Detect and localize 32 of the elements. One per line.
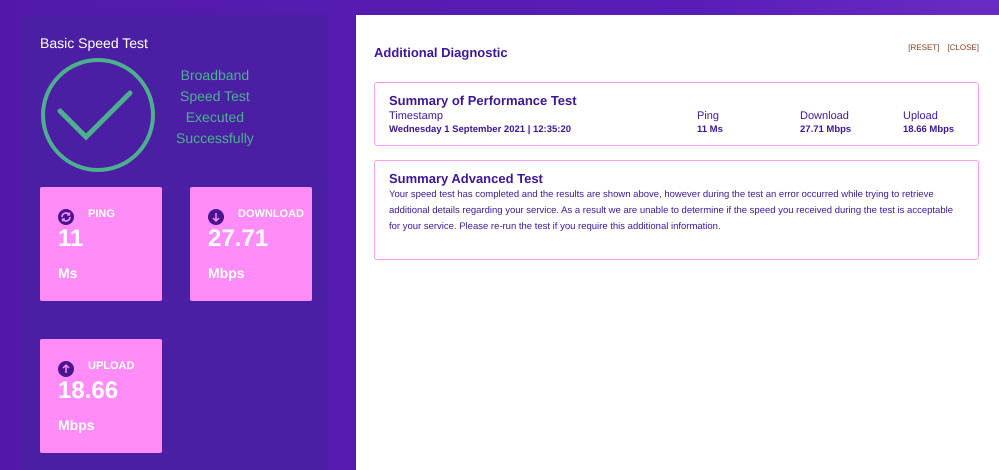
column-value: Wednesday 1 September 2021 | 12:35:20 [389, 124, 572, 135]
action-link[interactable]: [RESET] [908, 43, 940, 52]
column-value: 27.71 Mbps [800, 124, 852, 135]
metric-label: DOWNLOAD [238, 208, 304, 220]
column-label: Download [800, 110, 850, 122]
column-value: 18.66 Mbps [903, 124, 956, 135]
action-link[interactable]: [CLOSE] [947, 43, 979, 52]
checkmark-circle-icon [40, 57, 156, 173]
status-text: Successfully [176, 129, 254, 148]
metric-label: UPLOAD [88, 360, 134, 372]
metric-value: 18.66 [58, 377, 120, 405]
column-value: 11 Ms [697, 124, 724, 135]
summary-text: Your speed test has completed and the results are shown above, however during the test an error occurred while trying to retrieve additional details regarding your service. As a result we are unable to determine if the speed you received during the test is acceptable for your service. Please re-run the test if you require this additional information. [389, 188, 954, 234]
column-label: Timestamp [389, 110, 444, 122]
card-title: Summary Advanced Test [389, 171, 544, 186]
panel-title: Basic Speed Test [40, 35, 149, 51]
metric-value: 27.71 [208, 225, 270, 253]
metric-label: PING [88, 208, 115, 220]
metric-unit: Mbps [208, 265, 246, 281]
upload-icon [58, 361, 74, 377]
column-label: Upload [903, 110, 939, 122]
metric-value: 11 [58, 225, 84, 253]
refresh-icon [58, 209, 74, 225]
status-text: Speed Test [179, 87, 251, 106]
metric-unit: Ms [58, 265, 78, 281]
panel-title: Additional Diagnostic [374, 45, 508, 60]
card-title: Summary of Performance Test [389, 93, 578, 108]
metric-unit: Mbps [58, 417, 96, 433]
column-label: Ping [697, 110, 720, 122]
download-icon [208, 209, 224, 225]
status-text: Broadband [180, 66, 250, 85]
status-text: Executed [184, 108, 246, 127]
